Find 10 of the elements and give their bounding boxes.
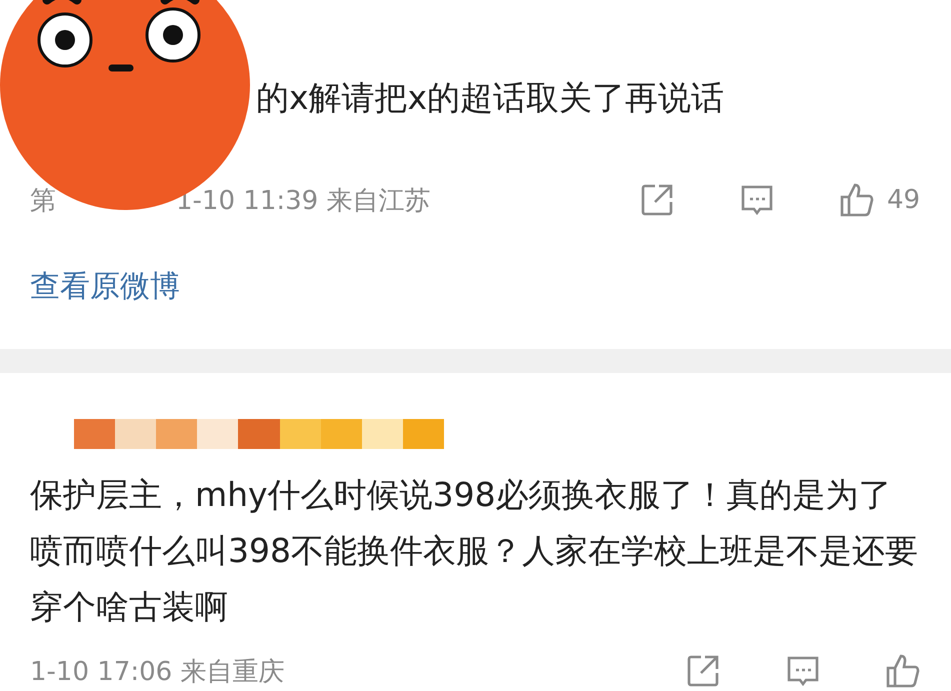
comment-text: 的x解请把x的超话取关了再说话 [255, 77, 726, 119]
thumbs-up-icon[interactable] [839, 182, 875, 218]
thumbs-up-icon[interactable] [885, 653, 921, 689]
like-count: 49 [887, 185, 921, 215]
view-original-link[interactable]: 查看原微博 [30, 266, 921, 307]
comment-text: 保护层主，mhy什么时候说398必须换衣服了！真的是为了喷而喷什么叫398不能换件衣服？人家在学校上班是不是还要穿个啥古装啊 [30, 474, 919, 628]
floor-label: 第 [30, 184, 56, 218]
comment-meta: 1-10 17:06 来自重庆 [30, 656, 284, 688]
share-icon[interactable] [639, 182, 675, 218]
share-icon[interactable] [685, 653, 721, 689]
